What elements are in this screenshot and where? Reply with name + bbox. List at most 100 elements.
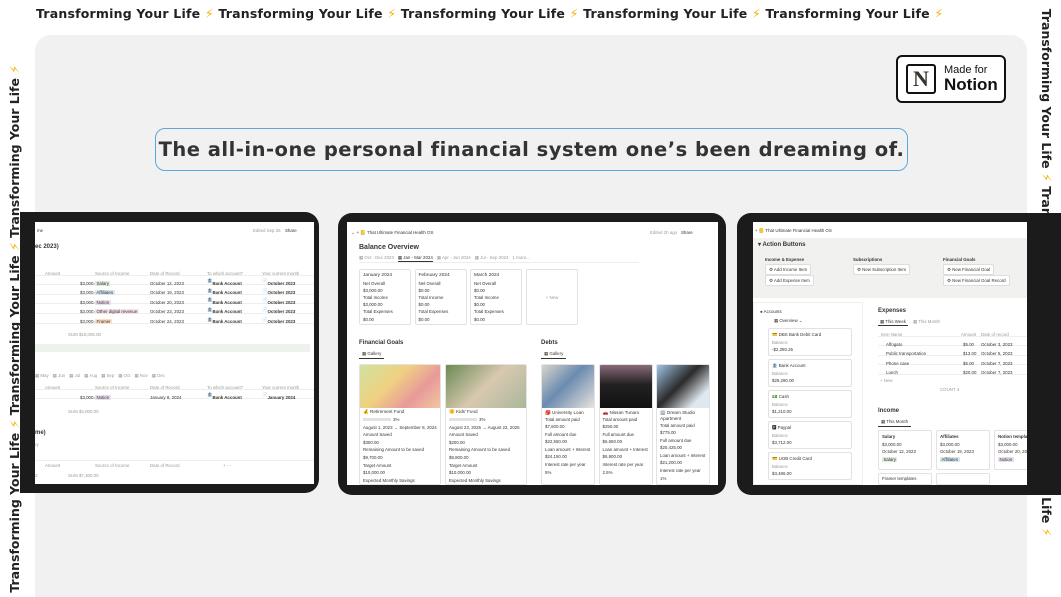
account-card[interactable]: 🏦 Bank Account Balance $29,280.00 <box>768 359 852 387</box>
month-card[interactable]: March 2024 Net Overall $0.00 Total Income $0… <box>470 269 522 325</box>
month-name: March 2024 <box>474 273 500 278</box>
month-inc: $0.00 <box>474 302 485 308</box>
table-row[interactable]: $3,000.00 Other digital revenue October 23… <box>35 304 314 315</box>
amount-cell: $20.00 <box>963 370 977 376</box>
expense-tab[interactable]: ▦ This Month <box>911 319 942 325</box>
month-link[interactable]: October 2023 <box>267 319 295 324</box>
month-tab[interactable]: ▦ Jun <box>53 373 65 378</box>
income-card[interactable]: Notion templates $3,000.00 October 20, 202… <box>994 430 1027 470</box>
bolt-icon: ⚡ <box>1039 172 1054 182</box>
account-card[interactable]: 🅿 Paypal Balance $3,712.00 <box>768 421 852 449</box>
table-row[interactable]: $3,000.00 Notion January 8, 2024 🏦 Bank Acc… <box>35 390 314 400</box>
account-link[interactable]: Bank Account <box>212 395 241 400</box>
table-row[interactable]: Affogato $5.00 October 3, 2023 <box>878 337 1027 347</box>
column-header[interactable]: Date of Record <box>150 463 180 468</box>
debt-field: $24,150.00 <box>545 454 567 460</box>
month-link[interactable]: January 2024 <box>267 395 295 400</box>
debt-field: $6,900.00 <box>602 454 623 460</box>
month-tab[interactable]: ▦ Jul <box>69 373 80 378</box>
balance-tab[interactable]: ▦ Jul - Sep 2024 <box>475 255 509 261</box>
income-name: Framer templates <box>882 476 917 481</box>
debt-name: Nissan Tunaro <box>609 409 640 415</box>
goal-field: Remaining Amount to be saved <box>449 447 511 453</box>
action-button[interactable]: ⚙ New Financial Goal Record <box>943 275 1010 286</box>
breadcrumb-title[interactable]: That Ultimate Financial Health OS <box>765 228 831 233</box>
balance-tab[interactable]: ▦ Jan - Mar 2024 <box>397 255 433 262</box>
column-header[interactable]: Amount <box>45 463 60 468</box>
month-card[interactable]: February 2024 Net Overall $0.00 Total Incom… <box>414 269 467 325</box>
table-row[interactable]: Phone case $5.00 October 7, 2023 <box>878 356 1027 366</box>
marquee-phrase: Transforming Your Life <box>400 6 566 21</box>
share-button[interactable]: Share <box>285 228 297 233</box>
debt-field: $22,550.00 <box>545 439 567 445</box>
overview-view-tab[interactable]: ▦ Overview ⌄ <box>774 318 803 324</box>
debt-field: Loan amount + Interest <box>602 446 648 452</box>
month-exp-label: Total Expenses <box>418 309 449 315</box>
income-date: October 20, 2023 <box>998 449 1027 455</box>
goal-field: $9,800.00 <box>449 454 469 460</box>
table-row[interactable]: $3,000.00 Salary October 12, 2023 🏦 Bank Ac… <box>35 276 314 286</box>
new-expense-button[interactable]: + New <box>880 378 893 383</box>
income-card-empty <box>936 473 990 485</box>
balance-tab[interactable]: 1 more... <box>512 255 529 261</box>
month-tab[interactable]: ▦ Oct <box>118 373 130 378</box>
table-row[interactable]: $3,000.00 Notion October 20, 2023 🏦 Bank Ac… <box>35 295 314 305</box>
column-header[interactable]: Source of Income <box>95 463 129 468</box>
balance-tab[interactable]: ▦ Apr - Jun 2024 <box>437 255 471 261</box>
action-button[interactable]: ⚙ New Subscription Item <box>853 264 911 275</box>
new-card-button[interactable]: + New <box>526 269 578 325</box>
bolt-icon: ⚡ <box>204 6 214 21</box>
balance-value: $3,486.00 <box>772 471 792 477</box>
income-table: Amount Source of Income Date of Record To w… <box>35 266 314 324</box>
debt-card[interactable]: 🚗 Nissan Tunaro Total amount paid $250.00 F… <box>598 364 653 485</box>
debt-card[interactable]: 🏢 Dream Studio Apartment Total amount pai… <box>656 364 710 485</box>
debt-field: $21,200.00 <box>660 460 682 466</box>
account-card[interactable]: 💵 Cash Balance $1,210.00 <box>768 390 852 418</box>
action-button[interactable]: ⚙ Add Income Item <box>765 264 812 275</box>
account-icon: 🏦 <box>772 363 778 368</box>
marquee-phrase: Transforming Your Life <box>218 6 383 21</box>
table-row[interactable]: $3,000.00 Framer October 24, 2023 🏦 Bank Ac… <box>35 314 314 324</box>
share-button[interactable]: Share <box>681 230 693 235</box>
account-name: UOB Credit Card <box>778 456 812 461</box>
breadcrumb-title[interactable]: That Ultimate Financial Health OS <box>367 230 433 235</box>
income-card[interactable]: Affiliates $3,000.00 October 19, 2023 Affil… <box>936 430 990 470</box>
action-buttons-title[interactable]: ▾ Action Buttons <box>758 241 805 248</box>
add-column-icon[interactable]: + ··· <box>223 463 231 468</box>
new-label: + New <box>545 294 559 300</box>
goal-card[interactable]: 💰 Retirement Fund 3% August 1, 2023 → Sep… <box>359 364 441 485</box>
account-link[interactable]: Bank Account <box>212 319 241 324</box>
debts-gallery-tab[interactable]: ▦ Gallery <box>541 351 567 359</box>
account-card[interactable]: 💳 DBS Bank Debit Card Balance -$2,280.25 <box>768 328 852 356</box>
goals-gallery-tab[interactable]: ▦ Gallery <box>359 351 385 359</box>
table-row[interactable]: Public transportation $13.00 October 5, 20… <box>878 346 1027 356</box>
income-name: Notion templates <box>998 434 1027 439</box>
section-title-2: me) <box>35 430 46 436</box>
expense-tab[interactable]: ▦ This Week <box>878 319 908 326</box>
table-row[interactable]: $3,000.00 Affiliates October 19, 2023 🏦 Ban… <box>35 285 314 296</box>
marquee-phrase: Transforming Your Life <box>583 6 748 21</box>
goal-field: $10,000.00 <box>363 470 385 476</box>
goal-card[interactable]: 🌼 Kids' Fund 3% August 23, 2025 → August … <box>445 364 527 485</box>
month-card[interactable]: January 2024 Net Overall $3,000.00 Total In… <box>359 269 411 325</box>
month-tab[interactable]: ▦ Nov <box>135 373 148 378</box>
income-tab-this-month[interactable]: ▦ This Month <box>878 419 912 427</box>
income-card[interactable]: Framer templates <box>878 473 932 485</box>
income-amount: $3,000.00 <box>882 441 902 447</box>
debt-field: 1% <box>660 475 667 481</box>
month-inc-label: Total Income <box>418 295 444 300</box>
month-tab[interactable]: ▦ Dec <box>152 373 165 378</box>
action-button[interactable]: ⚙ New Financial Goal <box>943 264 995 275</box>
debt-card[interactable]: 🎒 University Loan Total amount paid $7,600… <box>541 364 595 485</box>
income-card[interactable]: Salary $3,000.00 October 12, 2023 Salary <box>878 430 932 470</box>
month-tab[interactable]: ▦ Sep <box>101 373 114 378</box>
month-tab[interactable]: ▦ May <box>35 373 49 378</box>
account-card[interactable]: 💳 UOB Credit Card Balance $3,486.00 <box>768 452 852 480</box>
action-button[interactable]: ⚙ Add Expense Item <box>765 275 814 286</box>
balance-tab[interactable]: ▦ Oct - Dec 2023 <box>359 255 394 261</box>
count: 3 <box>35 473 38 478</box>
month-tab[interactable]: ▦ Aug <box>84 373 97 378</box>
month-inc: $3,000.00 <box>363 302 383 308</box>
section-title: ec 2023) <box>35 244 59 250</box>
table-row[interactable]: Lunch $20.00 October 7, 2023 <box>878 365 1027 375</box>
